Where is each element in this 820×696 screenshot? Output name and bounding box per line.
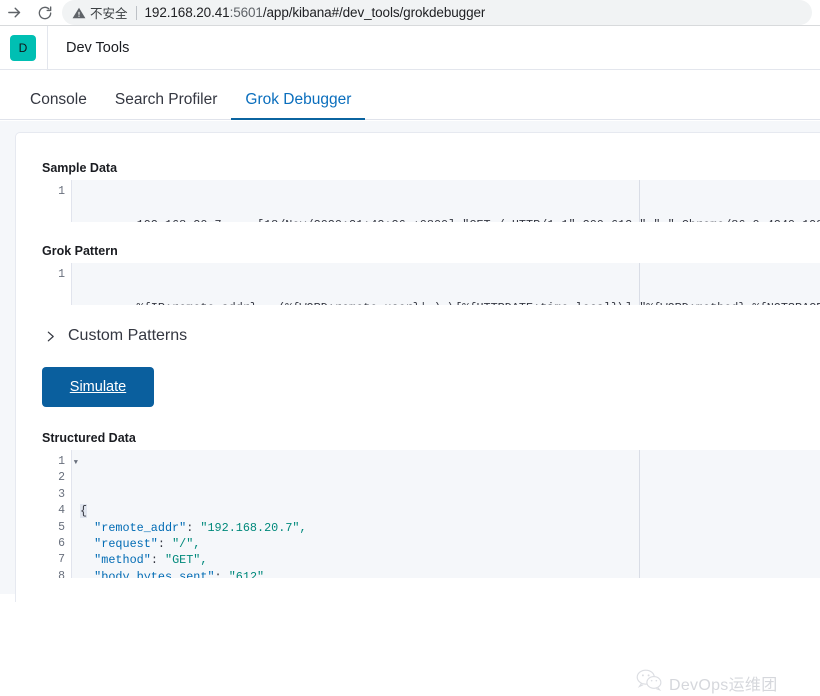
browser-toolbar: 不安全 192.168.20.41:5601/app/kibana#/dev_t…: [0, 0, 820, 25]
tab-console[interactable]: Console: [16, 91, 101, 120]
line-number: 8: [58, 569, 65, 578]
structured-data-content[interactable]: { "remote_addr": "192.168.20.7", "reques…: [72, 450, 820, 578]
simulate-button[interactable]: Simulate: [42, 367, 154, 407]
arrow-right-icon[interactable]: [0, 0, 28, 25]
line-number: 2: [58, 471, 65, 485]
sample-data-gutter: 1: [42, 180, 72, 222]
url-text: 192.168.20.41:5601/app/kibana#/dev_tools…: [145, 5, 486, 20]
grok-pattern-label: Grok Pattern: [42, 244, 118, 258]
code-line: "body_bytes_sent": "612",: [94, 569, 272, 578]
line-number: 7: [58, 553, 65, 567]
code-line: "method": "GET",: [94, 553, 208, 568]
sample-data-label: Sample Data: [42, 161, 118, 175]
code-line: "request": "/",: [94, 537, 201, 552]
wechat-icon: [636, 669, 662, 696]
tab-bar: Console Search Profiler Grok Debugger: [0, 70, 820, 120]
fold-arrow-icon[interactable]: ▼: [74, 455, 78, 471]
app-header: D Dev Tools: [0, 25, 820, 70]
line-number: 5: [58, 520, 65, 534]
custom-patterns-accordion[interactable]: Custom Patterns: [42, 327, 820, 345]
grok-pattern-gutter: 1: [42, 263, 72, 305]
tab-grok-debugger[interactable]: Grok Debugger: [231, 91, 366, 120]
line-number: 1: [58, 185, 65, 198]
line-number: 3: [58, 487, 65, 501]
wechat-watermark: DevOps运维团: [636, 669, 778, 696]
address-bar[interactable]: 不安全 192.168.20.41:5601/app/kibana#/dev_t…: [62, 0, 812, 25]
grok-pattern-content[interactable]: %{IP:remote_addr} - (%{WORD:remote_user}…: [72, 263, 820, 305]
chevron-right-icon: [42, 328, 58, 344]
watermark-text: DevOps运维团: [669, 676, 778, 694]
omnibox-divider: [135, 5, 137, 20]
line-number: 1 ▼: [42, 454, 78, 470]
url-path: /app/kibana#/dev_tools/grokdebugger: [262, 5, 486, 20]
structured-data-gutter: 1▼ 2 3 4 5 6 7 8 9: [42, 450, 78, 578]
code-line: {: [80, 504, 88, 519]
sample-data-editor[interactable]: 1 192.168.20.7 - - [18/Nov/2020:21:42:26…: [42, 180, 820, 222]
grok-pattern-text: %{IP:remote_addr} - (%{WORD:remote_user}…: [137, 301, 820, 305]
reload-icon[interactable]: [28, 0, 62, 25]
editor-ruler: [639, 450, 640, 578]
line-number: 6: [58, 537, 65, 551]
structured-data-editor[interactable]: 1▼ 2 3 4 5 6 7 8 9 { "remote_addr": "192…: [42, 450, 820, 578]
grok-debugger-panel: Sample Data 1 192.168.20.7 - - [18/Nov/2…: [15, 132, 820, 602]
header-divider: [47, 25, 48, 70]
editor-ruler: [639, 180, 640, 222]
grok-pattern-editor[interactable]: 1 %{IP:remote_addr} - (%{WORD:remote_use…: [42, 263, 820, 305]
page-title: Dev Tools: [66, 39, 130, 56]
warning-triangle-icon: [72, 6, 86, 20]
custom-patterns-label: Custom Patterns: [68, 327, 188, 344]
line-number-text: 1: [58, 455, 65, 468]
editor-ruler: [639, 263, 640, 305]
app-badge-icon: D: [10, 34, 36, 61]
sample-data-text: 192.168.20.7 - - [18/Nov/2020:21:42:26 +…: [137, 218, 820, 222]
security-label: 不安全: [90, 7, 128, 21]
url-port: :5601: [229, 5, 263, 20]
code-line: "remote_addr": "192.168.20.7",: [94, 520, 307, 535]
page-body: Sample Data 1 192.168.20.7 - - [18/Nov/2…: [0, 121, 820, 694]
tab-search-profiler[interactable]: Search Profiler: [101, 91, 232, 120]
structured-data-label: Structured Data: [42, 431, 136, 445]
url-host: 192.168.20.41: [144, 5, 230, 20]
sample-data-content[interactable]: 192.168.20.7 - - [18/Nov/2020:21:42:26 +…: [72, 180, 820, 222]
line-number: 1: [58, 268, 65, 281]
line-number: 4: [58, 504, 65, 518]
